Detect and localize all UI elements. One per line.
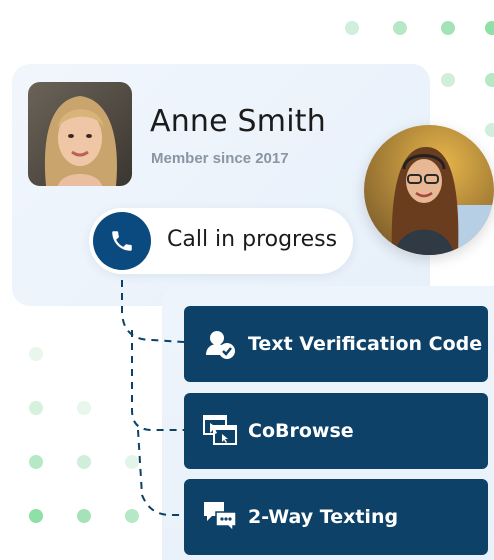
text-verification-code-label: Text Verification Code xyxy=(248,333,483,355)
text-verification-code-button[interactable]: Text Verification Code xyxy=(184,306,488,382)
cobrowse-button[interactable]: CoBrowse xyxy=(184,393,488,469)
call-status-text: Call in progress xyxy=(167,227,338,252)
browser-windows-icon xyxy=(200,411,240,451)
customer-avatar xyxy=(28,82,132,186)
stage: Anne Smith Member since 2017 Call in pro… xyxy=(0,0,494,560)
verified-user-icon xyxy=(200,324,240,364)
two-way-texting-label: 2-Way Texting xyxy=(248,506,399,528)
phone-icon xyxy=(112,231,132,251)
member-since-label: Member since 2017 xyxy=(151,150,289,167)
cobrowse-label: CoBrowse xyxy=(248,420,354,442)
agent-avatar xyxy=(364,125,494,255)
two-way-texting-button[interactable]: 2-Way Texting xyxy=(184,479,488,555)
customer-name: Anne Smith xyxy=(150,104,326,139)
chat-bubbles-icon xyxy=(200,497,240,537)
call-button[interactable] xyxy=(93,212,151,270)
